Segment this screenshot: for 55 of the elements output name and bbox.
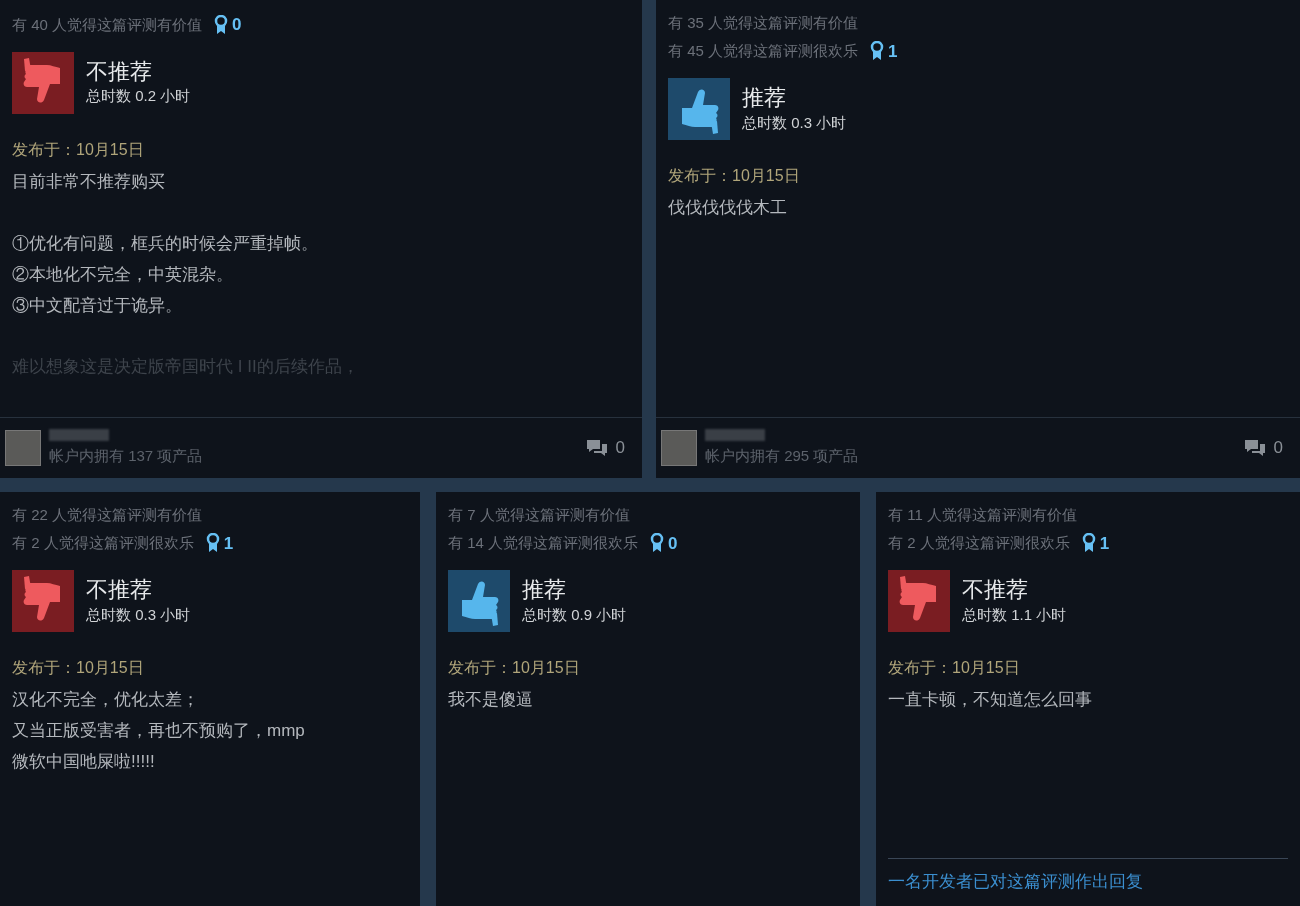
helpful-count-text: 有 22 人觉得这篇评测有价值 [12, 505, 203, 525]
review-text: 我不是傻逼 [448, 689, 534, 711]
avatar [661, 430, 697, 466]
blurred-name [705, 428, 765, 441]
developer-reply-link[interactable]: 一名开发者已对这篇评测作出回复 [888, 871, 1143, 891]
award-icon [1081, 533, 1096, 554]
helpful-count-text: 有 14 人觉得这篇评测很欢乐 [448, 533, 639, 553]
product-count: 帐户内拥有 137 项产品 [49, 445, 204, 466]
review-text: 目前非常不推荐购买 [12, 170, 166, 193]
posted-date: 发布于：10月15日 [12, 139, 145, 160]
award-icon [870, 41, 885, 62]
helpful-count-text: 有 45 人觉得这篇评测很欢乐 [668, 41, 859, 61]
award-count: 1 [1099, 532, 1110, 555]
review-text: 伐伐伐伐伐木工 [668, 197, 788, 219]
helpful-count-text: 有 11 人觉得这篇评测有价值 [888, 505, 1077, 525]
posted-date: 发布于：10月15日 [668, 166, 801, 186]
review-text: 一直卡顿，不知道怎么回事 [888, 689, 1093, 711]
helpful-count-text: 有 40 人觉得这篇评测有价值 [12, 14, 203, 35]
award-count: 1 [888, 40, 898, 63]
review-text: 又当正版受害者，再也不预购了，mmp [12, 720, 306, 742]
award-icon [650, 533, 665, 554]
posted-date: 发布于：10月15日 [888, 658, 1021, 678]
verdict-title: 不推荐 [86, 576, 153, 604]
hours-played: 总时数 0.3 小时 [742, 112, 847, 133]
comment-icon [585, 438, 608, 458]
review-text: ①优化有问题，框兵的时候会严重掉帧。 [12, 232, 319, 255]
posted-date: 发布于：10月15日 [12, 658, 145, 678]
hours-played: 总时数 0.9 小时 [522, 604, 627, 625]
review-text: ②本地化不完全，中英混杂。 [12, 263, 234, 286]
award-count: 1 [223, 532, 234, 555]
award-count: 0 [232, 14, 242, 36]
verdict-title: 推荐 [742, 84, 787, 112]
helpful-count-text: 有 35 人觉得这篇评测有价值 [668, 13, 859, 33]
verdict-title: 不推荐 [962, 576, 1029, 604]
verdict-title: 不推荐 [86, 57, 153, 85]
award-icon [214, 14, 229, 35]
award-icon [205, 533, 220, 554]
comment-count: 0 [615, 437, 625, 460]
comment-icon [1243, 438, 1266, 458]
hours-played: 总时数 1.1 小时 [962, 604, 1067, 625]
review-text: 微软中国吔屎啦!!!!! [12, 751, 156, 773]
review-text: 汉化不完全，优化太差； [12, 689, 200, 711]
product-count: 帐户内拥有 295 项产品 [705, 445, 860, 466]
award-count: 0 [668, 532, 678, 555]
helpful-count-text: 有 2 人觉得这篇评测很欢乐 [888, 533, 1070, 553]
blurred-name [49, 428, 109, 441]
hours-played: 总时数 0.2 小时 [86, 86, 191, 106]
posted-date: 发布于：10月15日 [448, 658, 581, 678]
avatar [5, 430, 41, 466]
comment-count: 0 [1273, 437, 1283, 460]
review-text: ③中文配音过于诡异。 [12, 294, 183, 317]
helpful-count-text: 有 7 人觉得这篇评测有价值 [448, 505, 630, 525]
hours-played: 总时数 0.3 小时 [86, 604, 191, 625]
verdict-title: 推荐 [522, 576, 567, 604]
helpful-count-text: 有 2 人觉得这篇评测很欢乐 [12, 533, 194, 553]
